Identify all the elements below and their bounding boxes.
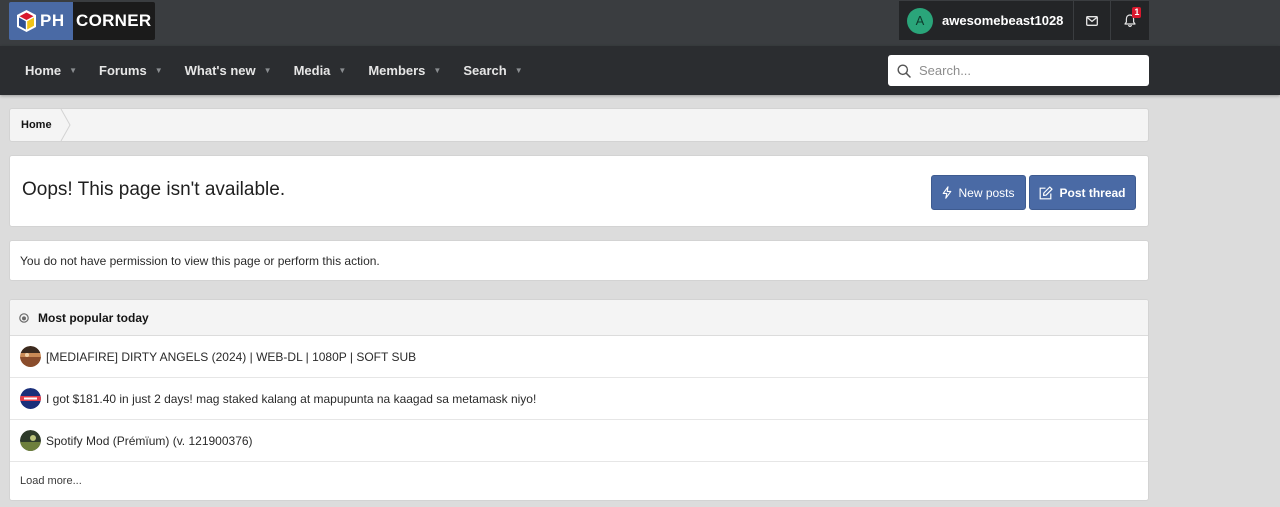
load-more-link[interactable]: Load more... <box>10 462 1148 500</box>
list-item[interactable]: Spotify Mod (Prémïum) (v. 121900376) <box>10 420 1148 462</box>
fire-icon <box>19 312 29 323</box>
post-thread-label: Post thread <box>1059 185 1126 200</box>
page-title: Oops! This page isn't available. <box>22 179 286 200</box>
thread-title: Spotify Mod (Prémïum) (v. 121900376) <box>46 433 253 448</box>
breadcrumb-home-label: Home <box>21 119 52 131</box>
thread-title: I got $181.40 in just 2 days! mag staked… <box>46 391 537 406</box>
chevron-down-icon[interactable]: ▼ <box>515 66 523 75</box>
search-box[interactable] <box>888 55 1149 86</box>
nav-item-members[interactable]: Members ▼ <box>357 46 452 95</box>
breadcrumb: Home <box>9 108 1149 142</box>
user-account-link[interactable]: A awesomebeast1028 <box>899 1 1075 40</box>
conversations-button[interactable] <box>1074 1 1112 40</box>
breadcrumb-separator-icon <box>60 109 71 141</box>
logo-cube-icon <box>17 10 36 32</box>
thread-thumbnail <box>20 388 41 409</box>
page-header: Oops! This page isn't available. New pos… <box>9 155 1149 227</box>
most-popular-header: Most popular today <box>10 300 1148 336</box>
site-logo[interactable]: PH CORNER <box>9 2 155 40</box>
chevron-down-icon[interactable]: ▼ <box>69 66 77 75</box>
breadcrumb-home[interactable]: Home <box>10 109 71 141</box>
thread-title: [MEDIAFIRE] DIRTY ANGELS (2024) | WEB-DL… <box>46 349 417 364</box>
nav-item-whats-new[interactable]: What's new ▼ <box>174 46 283 95</box>
alerts-count-badge: 1 <box>1132 7 1142 18</box>
error-message-text: You do not have permission to view this … <box>20 253 380 268</box>
most-popular-title: Most popular today <box>38 310 149 325</box>
search-input[interactable] <box>919 63 1129 78</box>
new-posts-label: New posts <box>958 185 1015 200</box>
nav-item-search[interactable]: Search ▼ <box>452 46 533 95</box>
new-posts-button[interactable]: New posts <box>931 175 1026 210</box>
nav-label: Members <box>368 63 426 78</box>
bolt-icon <box>943 186 952 199</box>
username: awesomebeast1028 <box>942 13 1064 28</box>
thread-thumbnail <box>20 346 41 367</box>
nav-label: Home <box>25 63 62 78</box>
chevron-down-icon[interactable]: ▼ <box>338 66 346 75</box>
error-message: You do not have permission to view this … <box>9 240 1149 281</box>
list-item[interactable]: I got $181.40 in just 2 days! mag staked… <box>10 378 1148 420</box>
nav-label: What's new <box>184 63 256 78</box>
logo-blue-part: PH <box>9 2 73 40</box>
load-more-label: Load more... <box>20 475 82 487</box>
logo-dark-part: CORNER <box>73 2 155 40</box>
envelope-icon <box>1086 15 1099 26</box>
nav-label: Search <box>463 63 507 78</box>
chevron-down-icon[interactable]: ▼ <box>264 66 272 75</box>
user-account-bar: A awesomebeast1028 1 <box>899 1 1149 40</box>
list-item[interactable]: [MEDIAFIRE] DIRTY ANGELS (2024) | WEB-DL… <box>10 336 1148 378</box>
nav-item-media[interactable]: Media ▼ <box>283 46 358 95</box>
chevron-down-icon[interactable]: ▼ <box>433 66 441 75</box>
nav-item-home[interactable]: Home ▼ <box>14 46 88 95</box>
nav-label: Forums <box>99 63 147 78</box>
thread-thumbnail <box>20 430 41 451</box>
nav-label: Media <box>293 63 331 78</box>
avatar: A <box>907 7 933 34</box>
logo-text-corner: CORNER <box>76 11 152 30</box>
post-thread-button[interactable]: Post thread <box>1029 175 1136 210</box>
most-popular-widget: Most popular today [MEDIAFIRE] DIRTY ANG… <box>9 299 1149 501</box>
nav-item-forums[interactable]: Forums ▼ <box>88 46 174 95</box>
search-icon <box>897 64 911 78</box>
main-nav: Home ▼ Forums ▼ What's new ▼ Media ▼ Mem… <box>14 46 534 95</box>
logo-text-ph: PH <box>40 11 65 30</box>
chevron-down-icon[interactable]: ▼ <box>155 66 163 75</box>
edit-icon <box>1040 185 1054 199</box>
alerts-button[interactable]: 1 <box>1111 1 1148 40</box>
